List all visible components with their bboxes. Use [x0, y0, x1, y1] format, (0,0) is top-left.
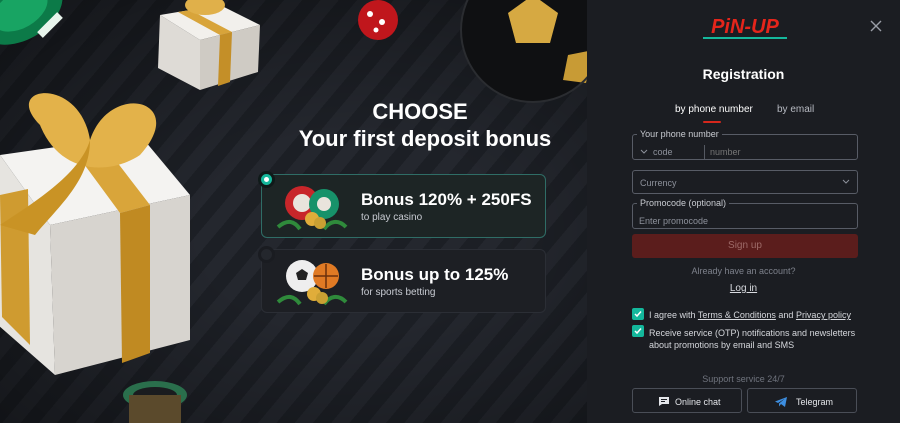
- spotlight-icon: [123, 381, 187, 423]
- bonus-description: for sports betting: [361, 287, 436, 298]
- chevron-down-icon[interactable]: [640, 149, 648, 155]
- support-title: Support service 24/7: [702, 374, 785, 384]
- already-account-text: Already have an account?: [691, 266, 796, 276]
- registration-title: Registration: [702, 66, 785, 82]
- currency-placeholder: Currency: [640, 178, 677, 188]
- bonus-option-casino[interactable]: Bonus 120% + 250FS to play casino: [261, 174, 546, 238]
- chevron-down-icon: [842, 179, 850, 184]
- poker-chip-icon: [0, 0, 63, 45]
- choose-subtitle: Your first deposit bonus: [298, 126, 552, 151]
- notifications-text: Receive service (OTP) notifications and …: [649, 328, 856, 350]
- svg-text:PiN-UP: PiN-UP: [711, 16, 779, 38]
- promo-panel: CHOOSE Your first deposit bonus Bonus 12…: [0, 0, 587, 423]
- close-icon[interactable]: [868, 18, 884, 34]
- choose-title: CHOOSE: [372, 99, 468, 124]
- country-code-select[interactable]: code: [653, 147, 673, 157]
- login-link[interactable]: Log in: [587, 283, 900, 294]
- notifications-checkbox[interactable]: [632, 325, 644, 337]
- divider: [704, 145, 705, 159]
- bonus-title: Bonus up to 125%: [361, 265, 509, 284]
- bonus-option-sports[interactable]: Bonus up to 125% for sports betting: [261, 249, 546, 313]
- promocode-label: Promocode (optional): [640, 198, 727, 208]
- signup-button[interactable]: Sign up: [632, 234, 858, 258]
- dice-icon: [358, 0, 398, 40]
- bonus-title: Bonus 120% + 250FS: [361, 190, 532, 209]
- bonus-radio-selected[interactable]: [258, 171, 275, 188]
- online-chat-label: Online chat: [675, 397, 721, 407]
- currency-select[interactable]: Currency: [632, 170, 858, 194]
- gift-box-icon: [0, 93, 190, 375]
- privacy-link[interactable]: Privacy policy: [796, 310, 851, 320]
- bonus-description: to play casino: [361, 212, 423, 223]
- telegram-button[interactable]: Telegram: [747, 388, 857, 413]
- online-chat-button[interactable]: Online chat: [632, 388, 742, 413]
- agree-text: I agree with Terms & Conditions and Priv…: [649, 310, 851, 320]
- checkmark-icon: [634, 328, 642, 335]
- agree-and: and: [775, 310, 796, 320]
- tab-phone[interactable]: by phone number: [675, 104, 753, 115]
- soccer-ball-icon: [460, 0, 587, 103]
- registration-panel: PiN-UP Registration by phone number by e…: [587, 0, 900, 423]
- promocode-input[interactable]: [639, 216, 839, 226]
- pin-up-logo: PiN-UP: [703, 16, 787, 39]
- active-tab-indicator: [703, 121, 721, 123]
- agree-prefix: I agree with: [649, 310, 698, 320]
- terms-link[interactable]: Terms & Conditions: [698, 310, 776, 320]
- sports-ball-icon: [276, 260, 348, 306]
- phone-field-label: Your phone number: [640, 129, 719, 139]
- telegram-label: Telegram: [796, 397, 834, 407]
- phone-field[interactable]: Your phone number code: [632, 130, 858, 160]
- phone-number-input[interactable]: [710, 147, 850, 157]
- telegram-icon: [775, 397, 787, 407]
- casino-chips-icon: [276, 186, 348, 231]
- chat-icon: [659, 397, 669, 406]
- bonus-radio-unselected[interactable]: [258, 246, 275, 263]
- promocode-field[interactable]: Promocode (optional): [632, 199, 858, 229]
- gift-box-icon: [158, 0, 260, 90]
- agree-checkbox[interactable]: [632, 308, 644, 320]
- tab-email[interactable]: by email: [777, 104, 814, 115]
- checkmark-icon: [634, 311, 642, 318]
